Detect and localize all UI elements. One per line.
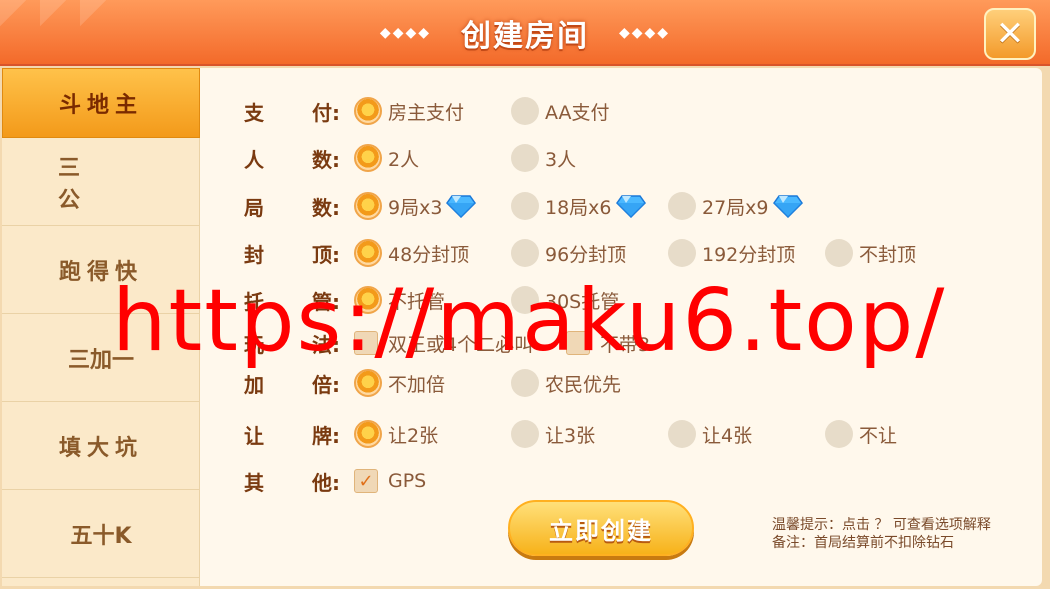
radio-icon (511, 97, 539, 125)
radio-icon (668, 192, 696, 220)
game-sidebar: 斗地主 三公 跑得快 三加一 填大坑 五十K (2, 68, 200, 586)
tab-label: 跑得快 (58, 259, 143, 285)
tips-text: 温馨提示：点击 ？ 可查看选项解释 备注：首局结算前不扣除钻石 (772, 516, 1034, 552)
radio-selected-icon (354, 420, 382, 448)
row-label: 支付: (244, 100, 340, 125)
checkmark-icon: ✓ (354, 469, 378, 493)
header-title-wrap: ◆◆◆◆ 创建房间 ◆◆◆◆ (340, 10, 710, 56)
diamond-icon (446, 194, 477, 218)
option-cap-192[interactable]: 192分封顶 (668, 238, 825, 268)
option-2-players[interactable]: 2人 (354, 143, 511, 173)
checkbox-icon (566, 331, 590, 355)
row-concede: 让牌: 让2张 让3张 让4张 不让 (244, 419, 982, 449)
row-other: 其他: ✓ GPS (244, 466, 511, 496)
radio-icon (511, 286, 539, 314)
tab-sanjiayi[interactable]: 三加一 (2, 314, 200, 402)
diamond-icon (615, 194, 646, 218)
settings-panel: 支付: 房主支付 AA支付 人数: 2人 3人 局数: 9局x3 18局x6 2… (200, 68, 1042, 586)
radio-selected-icon (354, 144, 382, 172)
option-rule-must-call[interactable]: 双王或4个二必叫 (354, 328, 566, 358)
tab-label: 斗地主 (58, 93, 143, 118)
option-18-rounds[interactable]: 18局x6 (511, 191, 668, 221)
radio-selected-icon (354, 239, 382, 267)
option-concede-4[interactable]: 让4张 (668, 419, 825, 449)
row-players: 人数: 2人 3人 (244, 143, 668, 173)
header-decor (0, 0, 120, 66)
close-button[interactable]: ✕ (984, 8, 1036, 60)
diamond-icon (772, 194, 803, 218)
tab-sangong[interactable]: 三公 (2, 138, 200, 226)
row-label: 封顶: (244, 242, 340, 267)
row-rounds: 局数: 9局x3 18局x6 27局x9 (244, 191, 825, 221)
option-aa-pay[interactable]: AA支付 (511, 96, 668, 126)
row-pay: 支付: 房主支付 AA支付 (244, 96, 668, 126)
radio-selected-icon (354, 97, 382, 125)
close-icon: ✕ (995, 14, 1025, 54)
row-label: 托管: (244, 289, 340, 314)
row-label: 其他: (244, 470, 340, 495)
radio-icon (825, 239, 853, 267)
option-concede-2[interactable]: 让2张 (354, 419, 511, 449)
note-line: 备注：首局结算前不扣除钻石 (772, 535, 954, 551)
row-label: 让牌: (244, 423, 340, 448)
option-3-players[interactable]: 3人 (511, 143, 668, 173)
option-no-concede[interactable]: 不让 (825, 419, 982, 449)
radio-icon (511, 420, 539, 448)
option-gps[interactable]: ✓ GPS (354, 466, 511, 496)
tab-label: 填大坑 (58, 435, 143, 461)
tab-doudizhu[interactable]: 斗地主 (2, 68, 200, 138)
radio-icon (511, 369, 539, 397)
radio-icon (511, 239, 539, 267)
header-bar: ◆◆◆◆ 创建房间 ◆◆◆◆ ✕ (0, 0, 1050, 66)
option-no-trustee[interactable]: 不托管 (354, 285, 511, 315)
option-owner-pay[interactable]: 房主支付 (354, 96, 511, 126)
radio-selected-icon (354, 286, 382, 314)
row-label: 人数: (244, 147, 340, 172)
radio-icon (511, 144, 539, 172)
radio-icon (668, 420, 696, 448)
checkbox-icon (354, 331, 378, 355)
option-rule-no-3[interactable]: 不带3 (566, 328, 723, 358)
option-concede-3[interactable]: 让3张 (511, 419, 668, 449)
tip-line: 温馨提示：点击 ？ 可查看选项解释 (772, 517, 991, 533)
option-cap-96[interactable]: 96分封顶 (511, 238, 668, 268)
tab-label: 三公 (58, 155, 137, 213)
option-9-rounds[interactable]: 9局x3 (354, 191, 511, 221)
radio-icon (511, 192, 539, 220)
row-cap: 封顶: 48分封顶 96分封顶 192分封顶 不封顶 (244, 238, 982, 268)
page-title: 创建房间 (461, 19, 589, 54)
title-decor-left: ◆◆◆◆ (379, 25, 431, 41)
tab-paodekuai[interactable]: 跑得快 (2, 226, 200, 314)
title-decor-right: ◆◆◆◆ (619, 25, 671, 41)
row-double: 加倍: 不加倍 农民优先 (244, 368, 668, 398)
option-no-double[interactable]: 不加倍 (354, 368, 511, 398)
row-label: 局数: (244, 195, 340, 220)
option-farmer-first[interactable]: 农民优先 (511, 368, 668, 398)
row-label: 玩法: (244, 332, 340, 357)
option-27-rounds[interactable]: 27局x9 (668, 191, 825, 221)
radio-selected-icon (354, 369, 382, 397)
tab-label: 五十K (70, 523, 132, 549)
option-30s-trustee[interactable]: 30S托管 (511, 285, 668, 315)
option-no-cap[interactable]: 不封顶 (825, 238, 982, 268)
tab-wushik[interactable]: 五十K (2, 490, 200, 578)
row-rules: 玩法: 双王或4个二必叫 不带3 (244, 328, 723, 358)
row-trustee: 托管: 不托管 30S托管 (244, 285, 668, 315)
radio-selected-icon (354, 192, 382, 220)
option-cap-48[interactable]: 48分封顶 (354, 238, 511, 268)
tab-tiandakeng[interactable]: 填大坑 (2, 402, 200, 490)
row-label: 加倍: (244, 372, 340, 397)
tab-label: 三加一 (67, 347, 134, 373)
radio-icon (825, 420, 853, 448)
create-room-button[interactable]: 立即创建 (508, 500, 694, 556)
radio-icon (668, 239, 696, 267)
